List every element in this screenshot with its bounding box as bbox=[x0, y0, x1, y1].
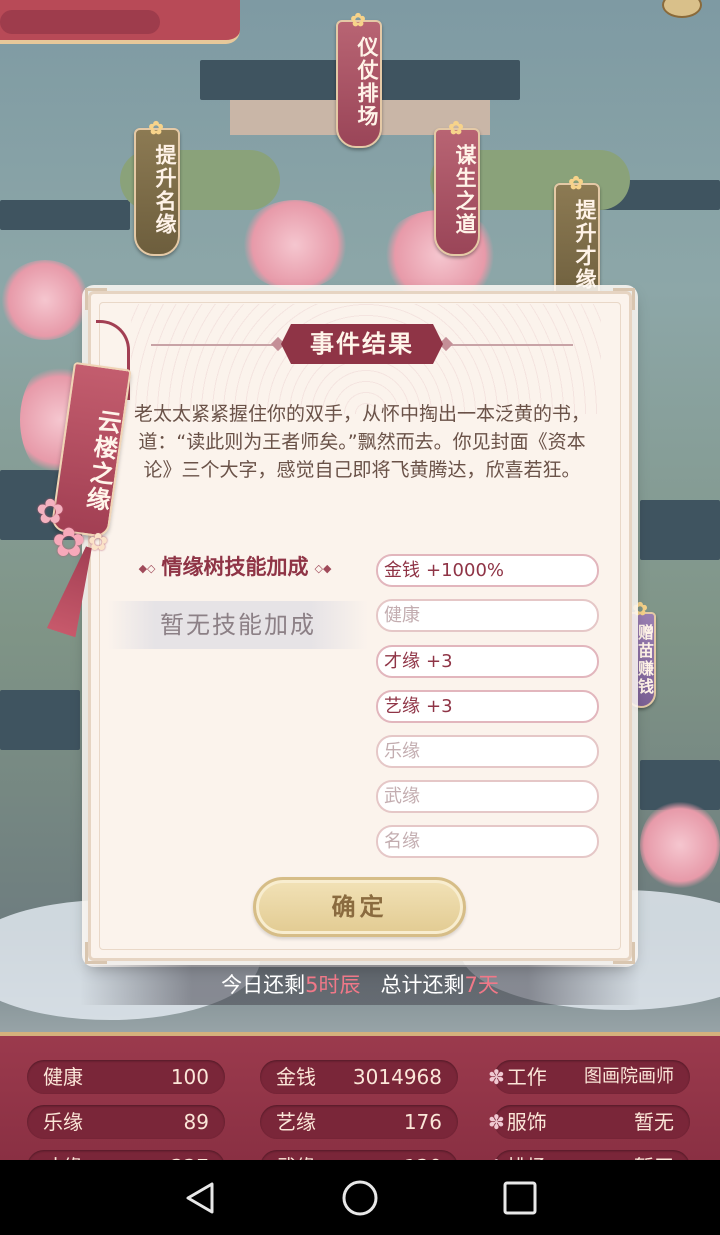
panel-stat-clothing[interactable]: ✽ 服饰 暂无 bbox=[488, 1105, 690, 1139]
panel-stat-label: 健康 bbox=[43, 1065, 83, 1089]
panel-stat-talent: 才缘 227 bbox=[27, 1150, 225, 1160]
stat-art: 艺缘 +3 bbox=[376, 690, 599, 723]
panel-stat-label-wrap: ✽排场 bbox=[488, 1150, 547, 1160]
stat-value: +3 bbox=[426, 651, 453, 672]
cherry-blossom-tree bbox=[640, 800, 720, 890]
building-roof bbox=[640, 500, 720, 560]
panel-stat-label: 乐缘 bbox=[43, 1110, 83, 1134]
stat-value: +1000% bbox=[426, 560, 504, 581]
time-remaining-bar: 今日还剩5时辰 总计还剩7天 bbox=[80, 965, 640, 1005]
stat-money: 金钱 +1000% bbox=[376, 554, 599, 587]
back-icon[interactable] bbox=[180, 1178, 220, 1218]
dialog-corner bbox=[613, 942, 635, 964]
title-line-left bbox=[151, 344, 281, 346]
dialog-corner bbox=[85, 942, 107, 964]
panel-stat-value: 暂无 bbox=[634, 1150, 674, 1160]
panel-stat-health: 健康 100 bbox=[27, 1060, 225, 1094]
building-roof bbox=[0, 690, 80, 750]
today-value: 5时辰 bbox=[305, 973, 361, 997]
player-stats-panel: 健康 100 乐缘 89 才缘 227 金钱 3014968 艺缘 176 武缘… bbox=[0, 1032, 720, 1160]
panel-stat-label: 服饰 bbox=[506, 1110, 547, 1134]
panel-stat-label: 金钱 bbox=[276, 1065, 316, 1089]
stat-label: 健康 bbox=[384, 605, 420, 626]
stat-label: 乐缘 bbox=[384, 741, 420, 762]
stat-label: 名缘 bbox=[384, 831, 420, 852]
panel-stat-martial: 武缘 120 bbox=[260, 1150, 458, 1160]
panel-stat-value: 3014968 bbox=[352, 1065, 442, 1089]
stat-label: 武缘 bbox=[384, 786, 420, 807]
panel-stat-money: 金钱 3014968 bbox=[260, 1060, 458, 1094]
panel-stat-value: 227 bbox=[171, 1150, 209, 1160]
stat-label: 才缘 bbox=[384, 651, 420, 672]
flower-icon: ✽ bbox=[488, 1110, 505, 1134]
dialog-corner bbox=[85, 288, 107, 310]
cherry-blossom-tree bbox=[240, 200, 350, 290]
building-roof bbox=[0, 200, 130, 230]
skill-bonus-header: 情缘树技能加成 bbox=[120, 552, 350, 582]
stat-martial: 武缘 bbox=[376, 780, 599, 813]
panel-stat-label: 工作 bbox=[506, 1065, 547, 1089]
stat-value: +3 bbox=[426, 696, 453, 717]
stat-music: 乐缘 bbox=[376, 735, 599, 768]
panel-stat-job[interactable]: ✽ 工作 图画院画师 bbox=[488, 1060, 690, 1094]
today-prefix: 今日还剩 bbox=[221, 973, 306, 997]
cherry-blossom-tree bbox=[0, 260, 90, 340]
panel-stat-value: 176 bbox=[403, 1110, 442, 1134]
banner-livelihood[interactable]: 谋生之道 bbox=[434, 128, 480, 256]
confirm-button[interactable]: 确定 bbox=[253, 877, 466, 937]
home-icon[interactable] bbox=[340, 1178, 380, 1218]
top-right-knob[interactable] bbox=[662, 0, 702, 18]
stat-talent: 才缘 +3 bbox=[376, 645, 599, 678]
title-line-right bbox=[443, 344, 573, 346]
panel-stat-value: 暂无 bbox=[634, 1110, 674, 1134]
panel-stat-retinue[interactable]: ✽排场 暂无 bbox=[488, 1150, 690, 1160]
banner-fame[interactable]: 提升名缘 bbox=[134, 128, 180, 256]
banner-ceremony[interactable]: 仪仗排场 bbox=[336, 20, 382, 148]
total-value: 7天 bbox=[464, 973, 499, 997]
system-navigation-bar bbox=[0, 1160, 720, 1235]
flower-icon: ✽ bbox=[488, 1065, 505, 1089]
panel-stat-label-wrap: ✽ 服饰 bbox=[488, 1105, 547, 1139]
panel-stat-label: 才缘 bbox=[43, 1150, 83, 1160]
panel-stat-label: 武缘 bbox=[276, 1150, 316, 1160]
panel-stat-art: 艺缘 176 bbox=[260, 1105, 458, 1139]
stat-label: 艺缘 bbox=[384, 696, 420, 717]
panel-stat-value: 100 bbox=[170, 1065, 209, 1089]
no-skill-bonus-label: 暂无技能加成 bbox=[108, 601, 368, 649]
sakura-icon: ✿ bbox=[52, 520, 86, 566]
dialog-title: 事件结果 bbox=[281, 324, 443, 364]
panel-stat-value: 120 bbox=[404, 1150, 442, 1160]
total-prefix: 总计还剩 bbox=[380, 973, 465, 997]
top-decor-bar-inner bbox=[0, 10, 160, 34]
recents-icon[interactable] bbox=[500, 1178, 540, 1218]
panel-stat-value: 89 bbox=[183, 1110, 209, 1134]
panel-stat-label: 艺缘 bbox=[276, 1110, 316, 1134]
sakura-icon: ✿ bbox=[88, 528, 109, 556]
panel-stat-label-wrap: ✽ 工作 bbox=[488, 1060, 547, 1094]
event-description: 老太太紧紧握住你的双手，从怀中掏出一本泛黄的书，道：“读此则为王者师矣。”飘然而… bbox=[133, 403, 590, 481]
stat-label: 金钱 bbox=[384, 560, 420, 581]
dialog-corner bbox=[613, 288, 635, 310]
panel-stat-music: 乐缘 89 bbox=[27, 1105, 225, 1139]
stat-fame: 名缘 bbox=[376, 825, 599, 858]
panel-stat-value: 图画院画师 bbox=[584, 1066, 674, 1087]
stat-health: 健康 bbox=[376, 599, 599, 632]
